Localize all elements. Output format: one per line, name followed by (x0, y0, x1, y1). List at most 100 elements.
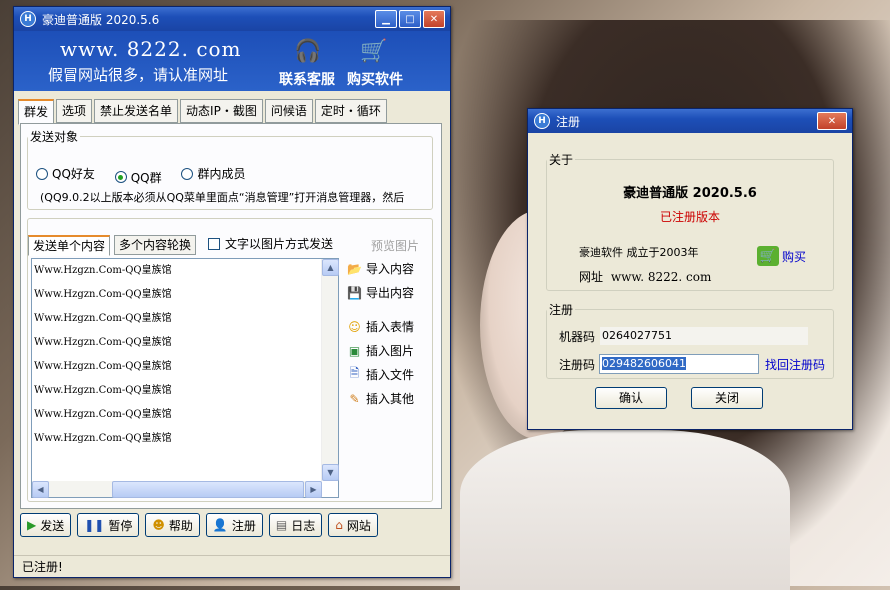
dialog-close-icon[interactable]: ✕ (817, 112, 847, 130)
cart-icon[interactable]: 🛒 (358, 39, 390, 65)
button-label: 日志 (291, 518, 316, 533)
group-send-panel: 发送对象 QQ好友 QQ群 群内成员 (QQ9.0.2以上版本必须从QQ菜单里面… (20, 123, 442, 509)
preview-image-button[interactable]: 预览图片 (371, 237, 419, 254)
radio-label: QQ好友 (52, 167, 95, 181)
register-legend: 注册 (549, 303, 574, 317)
dialog-logo-icon: H (534, 113, 550, 129)
banner-url[interactable]: www. 8222. com (60, 37, 242, 61)
content-line[interactable]: Www.Hzgzn.Com-QQ皇族馆 (32, 427, 338, 451)
pause-icon: ❚❚ (84, 518, 105, 532)
about-group: 关于 豪迪普通版 2020.5.6 已注册版本 豪迪软件 成立于2003年 网址… (546, 151, 834, 291)
content-line[interactable]: Www.Hzgzn.Com-QQ皇族馆 (32, 379, 338, 403)
smiley-icon: ☺ (348, 319, 361, 334)
radio-qq-friends[interactable]: QQ好友 (36, 165, 95, 182)
scroll-up-icon[interactable]: ▲ (322, 259, 339, 276)
action-label: 插入表情 (366, 320, 415, 334)
banner: www. 8222. com 假冒网站很多，请认准网址 🎧 联系客服 🛒 购买软… (14, 31, 450, 91)
scroll-left-icon[interactable]: ◀ (32, 481, 49, 498)
vertical-scrollbar[interactable]: ▲ ▼ (321, 259, 339, 481)
app-logo-icon: H (20, 11, 36, 27)
log-button[interactable]: ▤ 日志 (268, 513, 323, 537)
button-label: 发送 (40, 518, 65, 533)
register-button[interactable]: 👤 注册 (205, 513, 263, 537)
file-icon: 🗎 (349, 366, 360, 380)
background-artwork-shirt (460, 430, 790, 590)
site-row: 网址 www. 8222. com (579, 268, 711, 285)
tab-options[interactable]: 选项 (56, 99, 93, 123)
radio-group-members[interactable]: 群内成员 (181, 165, 245, 182)
radio-indicator-selected (114, 171, 127, 183)
buy-link[interactable]: 购买软件 (347, 69, 403, 89)
content-line[interactable]: Www.Hzgzn.Com-QQ皇族馆 (32, 331, 338, 355)
insert-file-button[interactable]: 🗎 插入文件 (347, 366, 414, 383)
main-tabs: 群发 选项 禁止发送名单 动态IP・截图 问候语 定时・循环 (18, 99, 387, 125)
content-line[interactable]: Www.Hzgzn.Com-QQ皇族馆 (32, 307, 338, 331)
banner-slogan: 假冒网站很多，请认准网址 (48, 66, 229, 84)
about-legend: 关于 (549, 153, 574, 167)
action-label: 导出内容 (366, 286, 415, 300)
dialog-titlebar[interactable]: H 注册 ✕ (528, 109, 852, 133)
radio-indicator (36, 167, 48, 180)
buy-link-dialog[interactable]: 🛒 购买 (757, 246, 806, 266)
main-window: H 豪迪普通版 2020.5.6 ▁ □ ✕ www. 8222. com 假冒… (13, 6, 451, 578)
tab-single-content[interactable]: 发送单个内容 (28, 235, 111, 256)
support-link[interactable]: 联系客服 (279, 69, 335, 89)
button-label: 注册 (231, 518, 256, 533)
site-link[interactable]: www. 8222. com (611, 270, 712, 284)
checkbox-label: 文字以图片方式发送 (225, 237, 334, 251)
tab-schedule[interactable]: 定时・循环 (314, 99, 387, 123)
button-label: 网站 (346, 518, 371, 533)
action-label: 插入图片 (366, 344, 415, 358)
button-label: 帮助 (168, 518, 193, 533)
main-titlebar[interactable]: H 豪迪普通版 2020.5.6 ▁ □ ✕ (14, 7, 450, 31)
import-content-button[interactable]: 📂 导入内容 (347, 260, 414, 277)
maximize-button[interactable]: □ (399, 10, 421, 28)
content-listbox[interactable]: Www.Hzgzn.Com-QQ皇族馆 Www.Hzgzn.Com-QQ皇族馆 Ww… (31, 258, 339, 498)
checkbox-box (208, 237, 220, 250)
image-mode-checkbox[interactable]: 文字以图片方式发送 (208, 235, 333, 252)
content-line[interactable]: Www.Hzgzn.Com-QQ皇族馆 (32, 259, 338, 283)
scroll-right-icon[interactable]: ▶ (305, 481, 322, 498)
folder-icon: 📂 (347, 261, 362, 276)
reg-code-input[interactable]: 029482606041 (599, 354, 759, 374)
headset-icon[interactable]: 🎧 (292, 39, 324, 65)
insert-image-button[interactable]: ▣ 插入图片 (347, 342, 414, 359)
radio-indicator (181, 167, 194, 180)
ok-button[interactable]: 确认 (595, 387, 667, 409)
tab-greeting[interactable]: 问候语 (264, 99, 313, 123)
log-icon: ▤ (275, 518, 288, 532)
export-content-button[interactable]: 💾 导出内容 (347, 284, 414, 301)
website-button[interactable]: ⌂ 网站 (328, 513, 378, 537)
content-line[interactable]: Www.Hzgzn.Com-QQ皇族馆 (32, 283, 338, 307)
radio-qq-group[interactable]: QQ群 (114, 169, 162, 186)
minimize-button[interactable]: ▁ (375, 10, 397, 28)
reg-code-value: 029482606041 (602, 357, 686, 370)
help-face-icon: ☻ (152, 518, 165, 532)
send-button[interactable]: ▶ 发送 (20, 513, 72, 537)
content-line[interactable]: Www.Hzgzn.Com-QQ皇族馆 (32, 403, 338, 427)
horizontal-scrollbar[interactable]: ◀ ▶ (32, 481, 322, 498)
close-dialog-button[interactable]: 关闭 (691, 387, 763, 409)
scroll-thumb[interactable] (112, 481, 304, 498)
product-name: 豪迪普通版 2020.5.6 (623, 186, 757, 201)
recover-code-link[interactable]: 找回注册码 (765, 356, 825, 373)
send-target-legend: 发送对象 (30, 130, 79, 144)
scroll-down-icon[interactable]: ▼ (322, 464, 339, 481)
close-button[interactable]: ✕ (423, 10, 445, 28)
pause-button[interactable]: ❚❚ 暂停 (77, 513, 140, 537)
insert-emoji-button[interactable]: ☺ 插入表情 (347, 318, 414, 335)
content-line[interactable]: Www.Hzgzn.Com-QQ皇族馆 (32, 355, 338, 379)
send-target-note: (QQ9.0.2以上版本必须从QQ菜单里面点“消息管理”打开消息管理器，然后 (40, 191, 405, 204)
tab-group-send[interactable]: 群发 (18, 99, 55, 125)
tab-dynamic-ip[interactable]: 动态IP・截图 (180, 99, 263, 123)
main-window-title: 豪迪普通版 2020.5.6 (42, 12, 160, 27)
help-button[interactable]: ☻ 帮助 (145, 513, 200, 537)
insert-other-button[interactable]: ✎ 插入其他 (347, 390, 414, 407)
register-dialog: H 注册 ✕ 关于 豪迪普通版 2020.5.6 已注册版本 豪迪软件 成立于2… (527, 108, 853, 430)
machine-code-label: 机器码 (559, 330, 596, 344)
tab-block-list[interactable]: 禁止发送名单 (94, 99, 179, 123)
floppy-disk-icon: 💾 (347, 285, 362, 300)
action-label: 导入内容 (366, 262, 415, 276)
machine-code-field: 0264027751 (599, 326, 809, 346)
tab-multi-content[interactable]: 多个内容轮换 (114, 235, 197, 255)
